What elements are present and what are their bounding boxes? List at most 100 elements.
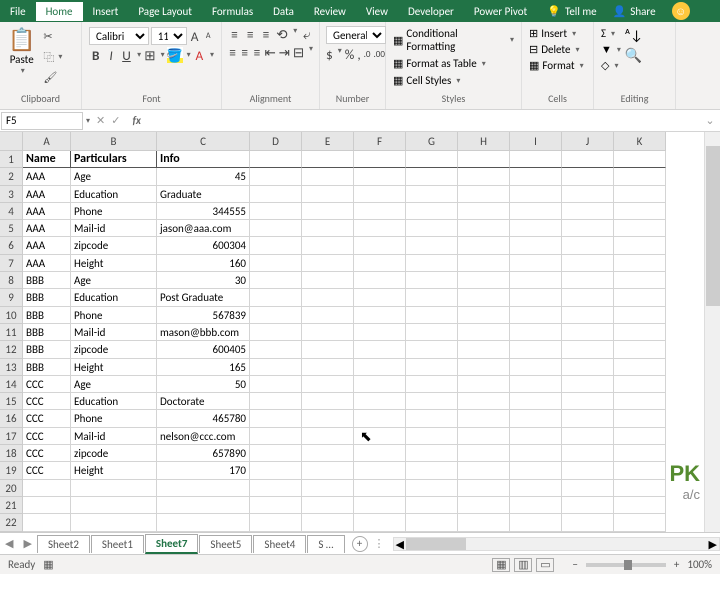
expand-formula-bar-icon[interactable]: ⌄ bbox=[700, 114, 720, 127]
cell[interactable] bbox=[250, 255, 302, 272]
autosum-button[interactable]: Σ▾ bbox=[600, 26, 622, 41]
cell[interactable] bbox=[562, 203, 614, 220]
cell[interactable] bbox=[614, 272, 666, 289]
cell[interactable] bbox=[406, 220, 458, 237]
cell[interactable]: BBB bbox=[23, 272, 71, 289]
cell[interactable] bbox=[458, 272, 510, 289]
share-button[interactable]: 👤Share bbox=[605, 2, 664, 21]
row-header-7[interactable]: 7 bbox=[0, 255, 23, 272]
row-header-9[interactable]: 9 bbox=[0, 289, 23, 306]
border-button[interactable]: ⊞ bbox=[143, 47, 156, 63]
number-format-select[interactable]: General bbox=[326, 26, 386, 44]
font-name-select[interactable]: Calibri bbox=[89, 27, 149, 45]
format-painter-button[interactable]: 🖌 bbox=[39, 69, 66, 86]
italic-button[interactable]: I bbox=[104, 47, 117, 63]
row-header-8[interactable]: 8 bbox=[0, 272, 23, 289]
cell[interactable]: 657890 bbox=[157, 445, 250, 462]
cell[interactable] bbox=[157, 480, 250, 497]
cell[interactable]: BBB bbox=[23, 307, 71, 324]
col-header-I[interactable]: I bbox=[510, 132, 562, 151]
cell[interactable] bbox=[562, 359, 614, 376]
cell[interactable] bbox=[250, 186, 302, 203]
cell[interactable] bbox=[614, 151, 666, 168]
cell[interactable]: Name bbox=[23, 151, 71, 168]
copy-button[interactable]: ⿻▾ bbox=[39, 47, 66, 67]
cell[interactable] bbox=[71, 514, 157, 531]
align-top-button[interactable]: ≡ bbox=[228, 26, 241, 42]
cell[interactable]: BBB bbox=[23, 359, 71, 376]
align-left-button[interactable]: ≡ bbox=[228, 44, 237, 60]
cell[interactable] bbox=[354, 168, 406, 185]
conditional-formatting-button[interactable]: ▦Conditional Formatting▾ bbox=[392, 26, 515, 54]
cell[interactable] bbox=[302, 410, 354, 427]
cell[interactable] bbox=[406, 410, 458, 427]
cell[interactable] bbox=[510, 480, 562, 497]
col-header-B[interactable]: B bbox=[71, 132, 157, 151]
cell[interactable]: Doctorate bbox=[157, 393, 250, 410]
cell[interactable]: Phone bbox=[71, 203, 157, 220]
cell[interactable] bbox=[302, 307, 354, 324]
cell[interactable] bbox=[458, 237, 510, 254]
cell[interactable] bbox=[250, 237, 302, 254]
row-header-17[interactable]: 17 bbox=[0, 428, 23, 445]
cell[interactable] bbox=[510, 151, 562, 168]
cell[interactable] bbox=[406, 186, 458, 203]
cell[interactable] bbox=[458, 307, 510, 324]
row-header-10[interactable]: 10 bbox=[0, 307, 23, 324]
cell[interactable] bbox=[23, 497, 71, 514]
cell[interactable] bbox=[302, 220, 354, 237]
cell[interactable] bbox=[354, 255, 406, 272]
sheet-nav-next-icon[interactable]: ▶ bbox=[18, 537, 36, 550]
col-header-H[interactable]: H bbox=[458, 132, 510, 151]
cell[interactable]: 45 bbox=[157, 168, 250, 185]
row-header-4[interactable]: 4 bbox=[0, 203, 23, 220]
cell[interactable]: zipcode bbox=[71, 445, 157, 462]
align-middle-button[interactable]: ≡ bbox=[244, 26, 257, 42]
tab-data[interactable]: Data bbox=[263, 2, 304, 21]
cell[interactable]: Height bbox=[71, 359, 157, 376]
new-sheet-button[interactable]: + bbox=[352, 536, 368, 552]
cell[interactable] bbox=[510, 237, 562, 254]
cell[interactable] bbox=[354, 237, 406, 254]
row-header-18[interactable]: 18 bbox=[0, 445, 23, 462]
cell[interactable]: Particulars bbox=[71, 151, 157, 168]
cell[interactable] bbox=[302, 359, 354, 376]
cell[interactable] bbox=[562, 410, 614, 427]
cell[interactable] bbox=[510, 220, 562, 237]
cell[interactable] bbox=[354, 324, 406, 341]
cell[interactable] bbox=[614, 220, 666, 237]
cell-styles-button[interactable]: ▦Cell Styles▾ bbox=[392, 73, 515, 88]
cell[interactable]: Phone bbox=[71, 307, 157, 324]
cell[interactable]: Education bbox=[71, 289, 157, 306]
cell[interactable] bbox=[562, 237, 614, 254]
normal-view-button[interactable]: ▦ bbox=[492, 558, 510, 572]
align-right-button[interactable]: ≡ bbox=[252, 44, 261, 60]
tab-home[interactable]: Home bbox=[36, 2, 83, 21]
formula-bar[interactable] bbox=[147, 112, 700, 129]
cell[interactable] bbox=[614, 341, 666, 358]
cell[interactable] bbox=[302, 272, 354, 289]
cell[interactable]: 170 bbox=[157, 462, 250, 479]
cell[interactable] bbox=[510, 393, 562, 410]
sheet-tab-sheet1[interactable]: Sheet1 bbox=[91, 535, 144, 553]
cell[interactable] bbox=[562, 376, 614, 393]
cell[interactable]: 50 bbox=[157, 376, 250, 393]
cells-area[interactable]: NameParticularsInfoAAAAge45AAAEducationG… bbox=[23, 151, 666, 532]
cell[interactable]: 600405 bbox=[157, 341, 250, 358]
cell[interactable]: BBB bbox=[23, 289, 71, 306]
cell[interactable] bbox=[458, 151, 510, 168]
cell[interactable] bbox=[614, 324, 666, 341]
tab-formulas[interactable]: Formulas bbox=[202, 2, 263, 21]
row-header-16[interactable]: 16 bbox=[0, 410, 23, 427]
cell[interactable] bbox=[71, 497, 157, 514]
cell[interactable]: AAA bbox=[23, 186, 71, 203]
cell[interactable] bbox=[562, 186, 614, 203]
cell[interactable] bbox=[406, 376, 458, 393]
cell[interactable] bbox=[302, 186, 354, 203]
scroll-thumb[interactable] bbox=[406, 538, 466, 550]
tab-insert[interactable]: Insert bbox=[83, 2, 129, 21]
cell[interactable]: jason@aaa.com bbox=[157, 220, 250, 237]
cell[interactable] bbox=[406, 324, 458, 341]
cell[interactable] bbox=[510, 186, 562, 203]
cell[interactable] bbox=[302, 428, 354, 445]
